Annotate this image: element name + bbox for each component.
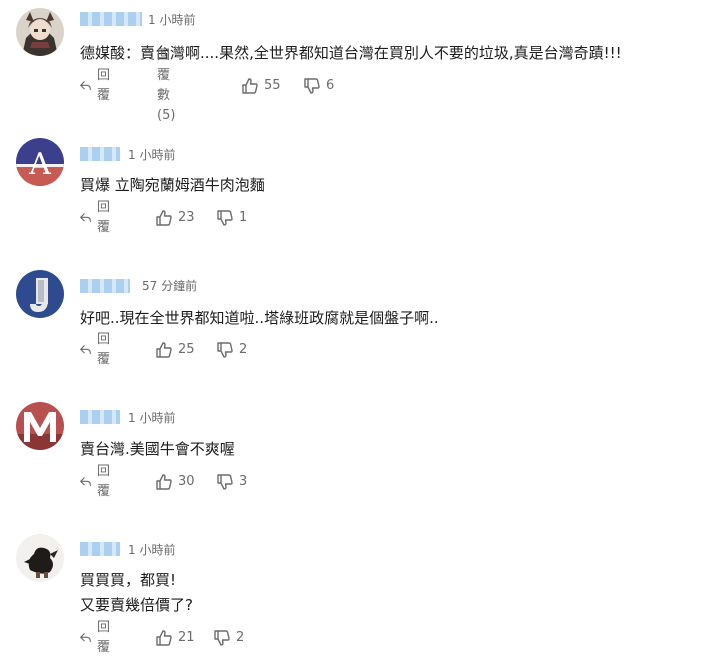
comment-timestamp: 1 小時前 bbox=[128, 148, 176, 162]
comment-item: 1 小時前 買買買，都買! 又要賣幾倍價了? 回覆 21 2 bbox=[0, 526, 703, 655]
like-button[interactable]: 23 bbox=[156, 208, 195, 228]
user-avatar[interactable]: A bbox=[16, 138, 64, 186]
reply-arrow-icon bbox=[80, 345, 91, 355]
reply-button[interactable]: 回覆 bbox=[80, 200, 115, 235]
comment-timestamp: 1 小時前 bbox=[128, 543, 176, 557]
thumbs-up-icon bbox=[156, 474, 172, 490]
user-avatar[interactable] bbox=[16, 270, 64, 318]
thumbs-down-icon bbox=[217, 342, 233, 358]
reply-label: 回覆 bbox=[97, 464, 111, 499]
username-redacted[interactable] bbox=[80, 12, 142, 26]
thumbs-down-icon bbox=[217, 474, 233, 490]
thumbs-down-icon bbox=[304, 78, 320, 94]
comment-item: A 1 小時前 買爆 立陶宛蘭姆酒牛肉泡麵 回覆 23 1 bbox=[0, 130, 703, 240]
comment-timestamp: 1 小時前 bbox=[148, 13, 196, 27]
reply-label: 回覆 bbox=[97, 332, 111, 367]
like-button[interactable]: 30 bbox=[156, 472, 195, 492]
comment-text: 買爆 立陶宛蘭姆酒牛肉泡麵 bbox=[80, 176, 265, 194]
thumbs-down-icon bbox=[214, 630, 230, 646]
reply-label: 回覆 bbox=[97, 200, 111, 235]
comment-item: 57 分鐘前 好吧..現在全世界都知道啦..塔綠班政腐就是個盤子啊.. 回覆 2… bbox=[0, 262, 703, 372]
letter-m-avatar-icon bbox=[16, 402, 64, 450]
thumbs-down-icon bbox=[217, 210, 233, 226]
reply-arrow-icon bbox=[80, 81, 91, 91]
reply-arrow-icon bbox=[80, 213, 91, 223]
reply-button[interactable]: 回覆 bbox=[80, 620, 115, 655]
comment-text: 好吧..現在全世界都知道啦..塔綠班政腐就是個盤子啊.. bbox=[80, 309, 439, 327]
dislike-count: 2 bbox=[236, 630, 245, 645]
letter-a-avatar-icon: A bbox=[16, 138, 64, 186]
letter-j-avatar-icon bbox=[16, 270, 64, 318]
reply-button[interactable]: 回覆 bbox=[80, 464, 115, 499]
user-avatar[interactable] bbox=[16, 8, 64, 56]
dislike-count: 1 bbox=[239, 210, 248, 225]
thumbs-up-icon bbox=[156, 342, 172, 358]
like-count: 25 bbox=[178, 342, 195, 357]
reply-button[interactable]: 回覆 bbox=[80, 68, 115, 103]
thumbs-up-icon bbox=[156, 210, 172, 226]
comment-text: 賣台灣.美國牛會不爽喔 bbox=[80, 440, 235, 458]
reply-label: 回覆 bbox=[97, 620, 111, 655]
comment-text-line: 又要賣幾倍價了? bbox=[80, 596, 193, 614]
like-count: 55 bbox=[264, 78, 281, 93]
like-count: 23 bbox=[178, 210, 195, 225]
like-count: 21 bbox=[178, 630, 195, 645]
comment-item: 1 小時前 德媒酸：賣台灣啊....果然,全世界都知道台灣在買別人不要的垃圾,真… bbox=[0, 0, 703, 123]
replies-count-label: 回覆數 (5) bbox=[157, 48, 176, 123]
dislike-count: 6 bbox=[326, 78, 335, 93]
anime-character-avatar-icon bbox=[16, 8, 64, 56]
dislike-count: 3 bbox=[239, 474, 248, 489]
dislike-button[interactable]: 1 bbox=[217, 208, 247, 228]
comment-item: 1 小時前 賣台灣.美國牛會不爽喔 回覆 30 3 bbox=[0, 394, 703, 504]
black-figure-avatar-icon bbox=[16, 534, 64, 582]
dislike-button[interactable]: 2 bbox=[217, 340, 247, 360]
reply-arrow-icon bbox=[80, 477, 91, 487]
like-button[interactable]: 21 bbox=[156, 628, 195, 648]
dislike-count: 2 bbox=[239, 342, 248, 357]
like-button[interactable]: 25 bbox=[156, 340, 195, 360]
view-replies-button[interactable]: 回覆數 (5) bbox=[157, 48, 175, 123]
username-redacted[interactable] bbox=[80, 542, 120, 556]
thumbs-up-icon bbox=[156, 630, 172, 646]
user-avatar[interactable] bbox=[16, 534, 64, 582]
comment-text-line: 買買買，都買! bbox=[80, 571, 177, 589]
reply-button[interactable]: 回覆 bbox=[80, 332, 115, 367]
dislike-button[interactable]: 3 bbox=[217, 472, 247, 492]
dislike-button[interactable]: 2 bbox=[214, 628, 244, 648]
reply-arrow-icon bbox=[80, 633, 91, 643]
dislike-button[interactable]: 6 bbox=[304, 76, 334, 96]
reply-label: 回覆 bbox=[97, 68, 111, 103]
like-button[interactable]: 55 bbox=[242, 76, 281, 96]
thumbs-up-icon bbox=[242, 78, 258, 94]
comment-timestamp: 1 小時前 bbox=[128, 411, 176, 425]
comment-timestamp: 57 分鐘前 bbox=[142, 279, 198, 293]
username-redacted[interactable] bbox=[80, 410, 120, 424]
username-redacted[interactable] bbox=[80, 147, 120, 161]
avatar-letter: A bbox=[28, 147, 51, 182]
like-count: 30 bbox=[178, 474, 195, 489]
user-avatar[interactable] bbox=[16, 402, 64, 450]
username-redacted[interactable] bbox=[80, 279, 130, 293]
